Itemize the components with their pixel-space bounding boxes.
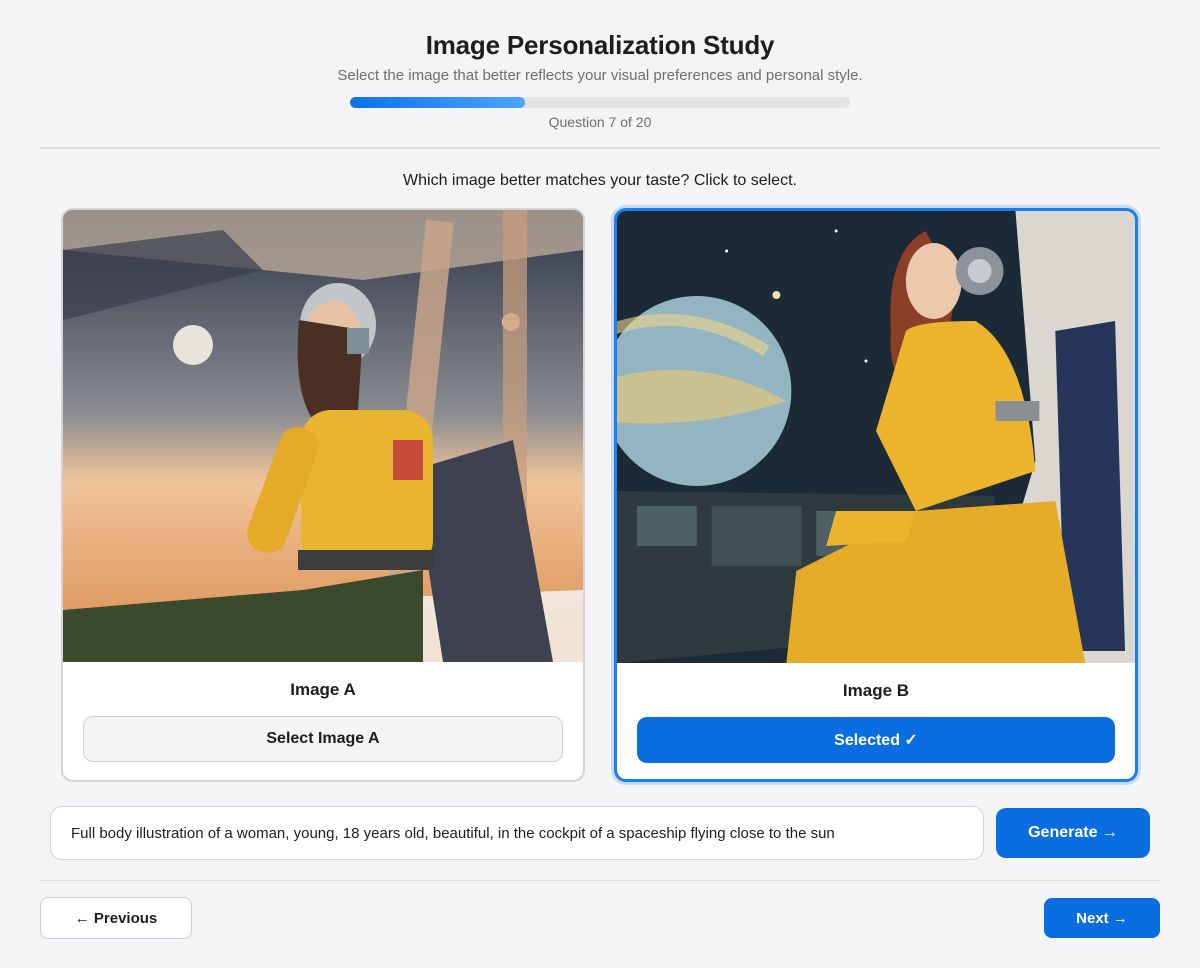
selected-image-b-button[interactable]: Selected ✓ bbox=[637, 717, 1115, 763]
prompt-input[interactable] bbox=[50, 806, 984, 860]
progress-text: Question 7 of 20 bbox=[548, 114, 652, 130]
progress-bar bbox=[350, 97, 850, 108]
image-b-illustration[interactable] bbox=[617, 211, 1135, 663]
page-subtitle: Select the image that better reflects yo… bbox=[337, 67, 863, 84]
image-card-b[interactable]: Image B Selected ✓ bbox=[614, 208, 1138, 782]
header-divider bbox=[40, 147, 1160, 149]
generate-button[interactable]: Generate → bbox=[996, 808, 1150, 858]
select-image-a-button[interactable]: Select Image A bbox=[83, 716, 563, 762]
question-prompt: Which image better matches your taste? C… bbox=[403, 172, 797, 189]
previous-button[interactable]: ← Previous bbox=[40, 897, 192, 939]
image-b-label: Image B bbox=[842, 681, 910, 700]
progress-bar-fill bbox=[350, 97, 525, 108]
image-card-a[interactable]: Image A Select Image A bbox=[61, 208, 585, 782]
page-title: Image Personalization Study bbox=[425, 30, 775, 60]
image-a-illustration[interactable] bbox=[63, 210, 583, 662]
next-button[interactable]: Next → bbox=[1044, 898, 1160, 938]
image-a-label: Image A bbox=[290, 680, 356, 699]
footer-divider bbox=[40, 880, 1160, 881]
